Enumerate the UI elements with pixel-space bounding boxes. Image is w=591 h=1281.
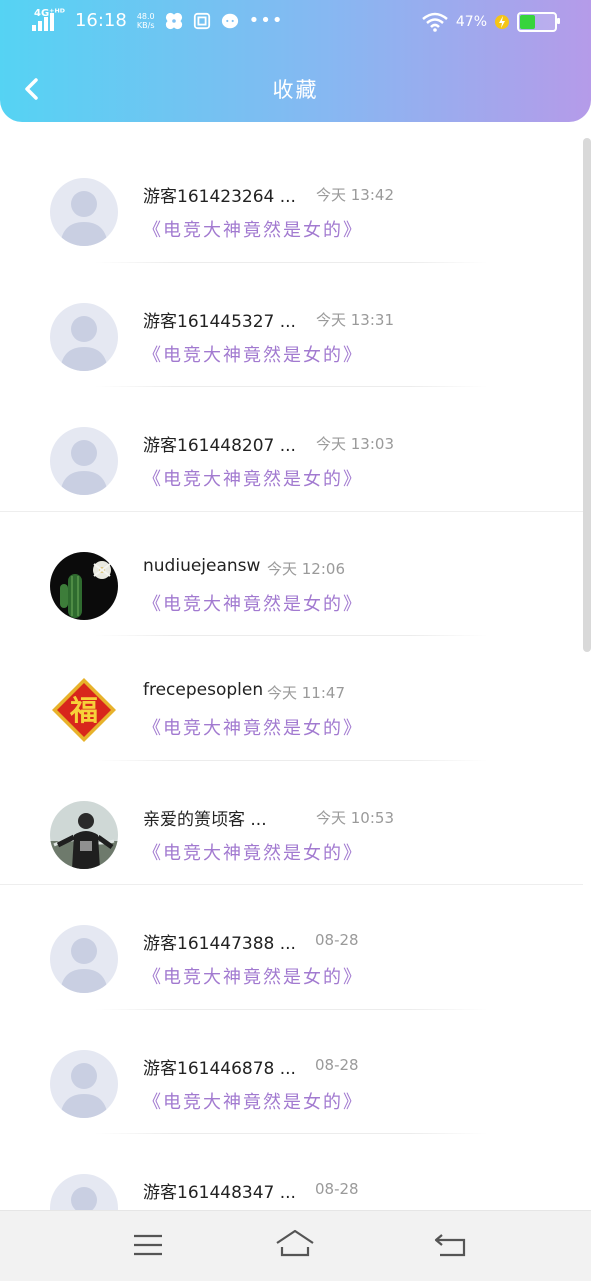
avatar[interactable] xyxy=(50,925,118,993)
story-title[interactable]: 《电竞大神竟然是女的》 xyxy=(143,839,363,865)
user-name: 游客161447388 ... xyxy=(143,934,296,954)
avatar[interactable] xyxy=(50,1049,118,1118)
story-title[interactable]: 《电竞大神竟然是女的》 xyxy=(143,590,363,616)
list-item[interactable]: 游客161446878 ... 08-28 《电竞大神竟然是女的》 xyxy=(0,1010,583,1134)
header-bar: 4G⁺ᴴᴰ 16:18 48.0 KB/s ••• 47% 收藏 xyxy=(0,0,591,122)
list-item[interactable]: 游客161448347 ...08-28《电竞大神竟然是女的》 xyxy=(0,1134,583,1210)
wifi-icon xyxy=(422,12,448,32)
speed-value: 48.0 xyxy=(136,11,155,21)
user-name: 游客161423264 ... xyxy=(143,187,296,207)
story-title[interactable]: 《电竞大神竟然是女的》 xyxy=(143,216,363,242)
avatar[interactable] xyxy=(50,427,118,495)
avatar[interactable] xyxy=(50,302,118,371)
fan-icon xyxy=(165,12,182,29)
home-icon[interactable] xyxy=(275,1227,315,1263)
clock: 16:18 xyxy=(74,10,127,31)
timestamp: 今天 13:03 xyxy=(316,435,394,453)
story-title[interactable]: 《电竞大神竟然是女的》 xyxy=(143,1088,363,1114)
status-bar: 4G⁺ᴴᴰ 16:18 48.0 KB/s ••• 47% xyxy=(0,0,591,44)
timestamp: 今天 11:47 xyxy=(267,684,345,702)
avatar[interactable] xyxy=(50,1174,118,1210)
user-name: 游客161445327 ... xyxy=(143,311,296,332)
svg-text:福: 福 xyxy=(69,694,98,727)
list-item[interactable]: 游客161448207 ... 今天 13:03 《电竞大神竟然是女的》 xyxy=(0,387,583,512)
list-item[interactable]: 游客161423264 ... 今天 13:42 《电竞大神竟然是女的》 xyxy=(0,138,583,263)
page-title: 收藏 xyxy=(272,78,319,102)
battery-icon xyxy=(517,12,560,32)
list-item[interactable]: 游客161445327 ... 今天 13:31 《电竞大神竟然是女的》 xyxy=(0,263,583,387)
list-item[interactable]: nudiuejeansw 今天 12:06 《电竞大神竟然是女的》 xyxy=(0,512,583,636)
story-title[interactable]: 《电竞大神竟然是女的》 xyxy=(143,341,363,367)
timestamp: 08-28 xyxy=(315,931,359,949)
user-name: 游客161448347 ... xyxy=(143,1183,296,1203)
user-name: 亲爱的箦顷客 ... xyxy=(143,809,267,830)
timestamp: 今天 10:53 xyxy=(316,808,394,827)
network-type: 4G⁺ᴴᴰ xyxy=(34,7,65,19)
system-nav-bar xyxy=(0,1210,591,1281)
avatar[interactable]: 福 xyxy=(50,676,118,744)
timestamp: 08-28 xyxy=(315,1055,359,1074)
app-icon xyxy=(193,12,210,29)
battery-level xyxy=(520,15,536,29)
timestamp: 今天 12:06 xyxy=(267,559,345,578)
charging-icon xyxy=(495,15,509,29)
battery-percent: 47% xyxy=(455,14,487,30)
user-name: 游客161448207 ... xyxy=(143,436,296,456)
speed-unit: KB/s xyxy=(136,20,155,30)
more-notifications-icon: ••• xyxy=(248,10,284,31)
list-item[interactable]: 游客161447388 ... 08-28 《电竞大神竟然是女的》 xyxy=(0,885,583,1010)
avatar[interactable] xyxy=(50,551,118,620)
timestamp: 今天 13:42 xyxy=(316,186,394,204)
story-title[interactable]: 《电竞大神竟然是女的》 xyxy=(143,963,363,989)
story-title[interactable]: 《电竞大神竟然是女的》 xyxy=(143,714,363,740)
favorites-list: 游客161423264 ... 今天 13:42 《电竞大神竟然是女的》 游客1614… xyxy=(0,138,583,1210)
timestamp: 今天 13:31 xyxy=(316,310,394,329)
chat-icon xyxy=(221,13,238,28)
list-item[interactable]: 福 frecepesoplen 今天 11:47 《电竞大神竟然是女的》 xyxy=(0,636,583,761)
avatar[interactable] xyxy=(50,178,118,246)
story-title[interactable]: 《电竞大神竟然是女的》 xyxy=(143,465,363,491)
scrollbar[interactable] xyxy=(583,138,591,652)
menu-icon[interactable] xyxy=(128,1227,168,1263)
timestamp: 08-28 xyxy=(315,1180,359,1198)
back-icon[interactable] xyxy=(430,1227,470,1263)
user-name: 游客161446878 ... xyxy=(143,1058,296,1079)
network-speed: 48.0 KB/s xyxy=(137,12,155,30)
list-item[interactable]: 亲爱的箦顷客 ... 今天 10:53 《电竞大神竟然是女的》 xyxy=(0,761,583,885)
avatar[interactable] xyxy=(50,800,118,869)
